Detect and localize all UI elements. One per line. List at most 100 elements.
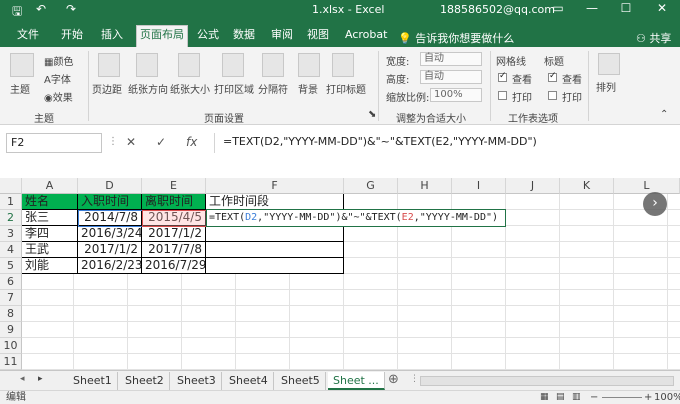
insert-function-icon[interactable]: fx [186,135,197,149]
sheet-tab-4[interactable]: Sheet4 [224,372,274,390]
col-header-f[interactable]: F [206,178,344,194]
margins-icon[interactable] [98,53,120,77]
add-sheet-icon[interactable]: ⊕ [388,372,399,387]
cell-e4[interactable]: 2017/7/8 [142,242,206,258]
col-header-a[interactable]: A [22,178,78,194]
col-header-h[interactable]: H [398,178,452,194]
scale-input[interactable]: 100% [430,88,482,102]
row-header-8[interactable]: 8 [0,306,22,322]
sheet-tab-1[interactable]: Sheet1 [68,372,118,390]
cell-e3[interactable]: 2017/1/2 [142,226,206,242]
colors-button[interactable]: ▦颜色 [44,53,73,68]
share-button[interactable]: ⚇ 共享 [636,30,671,46]
print-titles-icon[interactable] [332,53,354,77]
page-break-view-icon[interactable]: ▥ [572,391,581,404]
zoom-in-icon[interactable]: + [644,391,652,404]
background-button[interactable]: 背景 [298,81,318,96]
horizontal-scrollbar[interactable] [420,376,674,386]
cell-a2[interactable]: 张三 [22,210,78,226]
redo-icon[interactable]: ↷ [66,2,76,16]
tab-review[interactable]: 审阅 [268,26,296,47]
tab-home[interactable]: 开始 [58,26,86,47]
tab-formulas[interactable]: 公式 [194,26,222,47]
gridlines-view-checkbox[interactable] [498,71,507,82]
row-header-3[interactable]: 3 [0,226,22,242]
cell-e1[interactable]: 离职时间 [142,194,206,210]
headings-print-checkbox[interactable] [548,91,557,100]
headings-view-checkbox[interactable] [548,71,557,82]
size-icon[interactable] [178,53,200,77]
cancel-icon[interactable]: ✕ [126,135,136,149]
orientation-button[interactable]: 纸张方向 [128,81,168,96]
name-box[interactable]: F2 [6,133,102,153]
row-header-1[interactable]: 1 [0,194,22,210]
normal-view-icon[interactable]: ▦ [540,391,549,404]
row-header-5[interactable]: 5 [0,258,22,274]
col-header-d[interactable]: D [78,178,142,194]
chevron-right-icon[interactable]: › [643,192,667,216]
row-header-9[interactable]: 9 [0,322,22,338]
col-header-k[interactable]: K [560,178,614,194]
size-button[interactable]: 纸张大小 [170,81,210,96]
prev-sheet-icon[interactable]: ◂ [20,374,25,384]
cell-e5[interactable]: 2016/7/29 [142,258,206,274]
cell-d5[interactable]: 2016/2/23 [78,258,142,274]
themes-button[interactable]: 主题 [10,81,30,96]
effects-button[interactable]: ◉效果 [44,89,73,104]
width-select[interactable]: 自动 [420,52,482,66]
row-header-6[interactable]: 6 [0,274,22,290]
sheet-tab-2[interactable]: Sheet2 [120,372,170,390]
row-header-2[interactable]: 2 [0,210,22,226]
sheet-tab-5[interactable]: Sheet5 [276,372,326,390]
account-name[interactable]: 188586502@qq.com [440,3,555,16]
page-layout-view-icon[interactable]: ▤ [556,391,565,404]
row-header-4[interactable]: 4 [0,242,22,258]
print-titles-button[interactable]: 打印标题 [326,81,366,96]
print-area-button[interactable]: 打印区域 [214,81,254,96]
tab-insert[interactable]: 插入 [98,26,126,47]
themes-icon[interactable] [10,53,34,77]
tab-view[interactable]: 视图 [304,26,332,47]
cell-f5[interactable] [206,258,344,274]
enter-icon[interactable]: ✓ [156,135,166,149]
tell-me-search[interactable]: 💡 告诉我你想要做什么 [398,30,514,46]
print-area-icon[interactable] [222,53,244,77]
zoom-out-icon[interactable]: − [590,391,598,404]
cell-f1[interactable]: 工作时间段 [206,194,344,210]
breaks-icon[interactable] [262,53,284,77]
close-button[interactable]: ✕ [652,1,672,15]
select-all-corner[interactable] [0,178,22,194]
arrange-button[interactable]: 排列 [596,79,616,94]
cell-f4[interactable] [206,242,344,258]
cell-d1[interactable]: 入职时间 [78,194,142,210]
sheet-tab-3[interactable]: Sheet3 [172,372,222,390]
cell-f3[interactable] [206,226,344,242]
undo-icon[interactable]: ↶ [36,2,46,16]
tab-data[interactable]: 数据 [230,26,258,47]
fonts-button[interactable]: A字体 [44,71,71,86]
col-header-l[interactable]: L [614,178,680,194]
orientation-icon[interactable] [136,53,158,77]
dialog-launcher-icon[interactable]: ⬊ [368,109,376,120]
row-header-10[interactable]: 10 [0,338,22,354]
maximize-button[interactable]: ☐ [616,1,636,15]
height-select[interactable]: 自动 [420,70,482,84]
cell-a5[interactable]: 刘能 [22,258,78,274]
next-sheet-icon[interactable]: ▸ [38,374,43,384]
cell-d4[interactable]: 2017/1/2 [78,242,142,258]
cell-a1[interactable]: 姓名 [22,194,78,210]
col-header-e[interactable]: E [142,178,206,194]
tab-file[interactable]: 文件 [14,26,42,47]
gridlines-print-checkbox[interactable] [498,91,507,100]
cell-d3[interactable]: 2016/3/24 [78,226,142,242]
zoom-slider[interactable] [602,397,642,398]
cell-f2-editor[interactable]: =TEXT(D2,"YYYY-MM-DD")&"~"&TEXT(E2,"YYYY… [206,209,506,227]
breaks-button[interactable]: 分隔符 [258,81,288,96]
col-header-i[interactable]: I [452,178,506,194]
margins-button[interactable]: 页边距 [92,81,122,96]
background-icon[interactable] [298,53,320,77]
tab-page-layout[interactable]: 页面布局 [136,25,188,47]
collapse-ribbon-icon[interactable]: ⌃ [660,109,668,120]
arrange-icon[interactable] [598,53,620,75]
row-header-11[interactable]: 11 [0,354,22,370]
